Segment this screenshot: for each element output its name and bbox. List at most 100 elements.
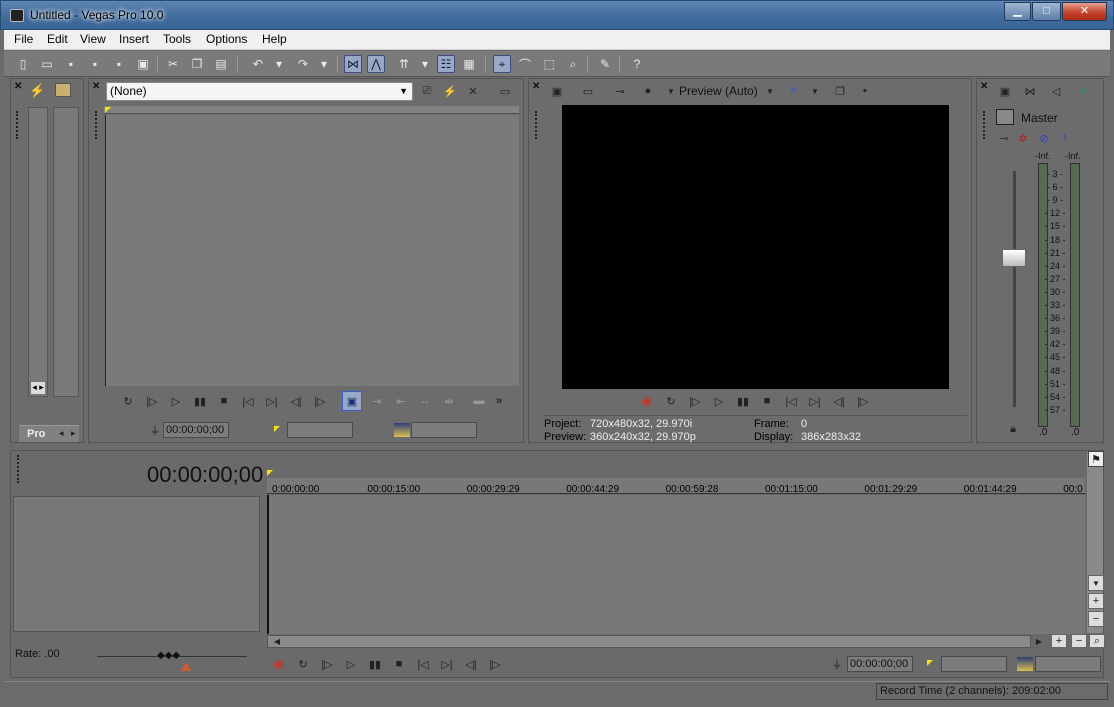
master-fx-icon[interactable]: ✲: [1015, 130, 1031, 146]
vegas-app-icon[interactable]: [10, 9, 24, 22]
timeline-go-to-start-icon[interactable]: |◁: [415, 656, 431, 672]
cut-icon[interactable]: ✂: [164, 55, 182, 73]
next-frame-icon[interactable]: |▷: [312, 393, 328, 409]
timeline-play-icon[interactable]: ▷: [343, 656, 359, 672]
scroll-right-icon[interactable]: ▶: [1031, 634, 1047, 648]
loop-playback-icon[interactable]: ↻: [120, 393, 136, 409]
video-output-icon[interactable]: ▭: [497, 83, 513, 99]
timeline-transport-timecode[interactable]: 00:00:00;00: [847, 656, 913, 672]
render-as-icon[interactable]: ▪: [110, 55, 128, 73]
master-fader-track[interactable]: [1013, 171, 1016, 407]
undo-icon[interactable]: ↶: [249, 55, 267, 73]
timeline-grip[interactable]: [17, 455, 20, 483]
paste-icon[interactable]: ▤: [212, 55, 230, 73]
timeline-cursor-time[interactable]: 00:00:00;00: [147, 462, 263, 488]
trimmer-grip[interactable]: [95, 111, 98, 139]
timeline-stop-icon[interactable]: ■: [391, 656, 407, 672]
menu-view[interactable]: View: [80, 32, 106, 46]
mixer-grip[interactable]: [983, 111, 986, 139]
trimmer-view[interactable]: [105, 115, 519, 386]
more-controls-icon[interactable]: »: [491, 393, 507, 409]
copy-snapshot-icon[interactable]: ❐: [832, 83, 848, 99]
zoom-in-horizontal-icon[interactable]: +: [1051, 634, 1067, 648]
preview-play-from-start-icon[interactable]: |▷: [687, 393, 703, 409]
play-icon[interactable]: ▷: [168, 393, 184, 409]
close-button[interactable]: ✕: [1062, 2, 1107, 21]
preview-stop-icon[interactable]: ■: [759, 393, 775, 409]
preview-go-to-start-icon[interactable]: |◁: [783, 393, 799, 409]
ripple-dropdown-icon[interactable]: ▾: [416, 55, 434, 73]
add-to-timeline-after-icon[interactable]: ⇥: [369, 393, 385, 409]
previous-frame-icon[interactable]: ◁|: [288, 393, 304, 409]
explorer-list-pane[interactable]: [53, 107, 79, 397]
master-mute-icon[interactable]: ⊘: [1036, 130, 1052, 146]
explorer-tree-pane[interactable]: [28, 107, 48, 397]
insert-icon[interactable]: ⇹: [441, 393, 457, 409]
zoom-out-vertical-icon[interactable]: −: [1088, 611, 1104, 627]
trimmer-ruler[interactable]: [104, 106, 519, 114]
thumbnail-icon[interactable]: [55, 83, 71, 97]
media-fx-icon[interactable]: ⚡: [442, 83, 458, 99]
tab-scroll-right-icon[interactable]: ▸: [71, 428, 76, 439]
selection-length-field[interactable]: [287, 422, 353, 438]
fader-lock-icon[interactable]: 🔒︎: [1005, 421, 1021, 437]
master-solo-icon[interactable]: !: [1057, 130, 1073, 146]
undo-dropdown-icon[interactable]: ▾: [270, 55, 288, 73]
track-list[interactable]: [13, 496, 260, 632]
selection-end-field[interactable]: [411, 422, 477, 438]
bus-routing-icon[interactable]: ⚘: [1075, 83, 1091, 99]
scroll-down-icon[interactable]: ▼: [1088, 575, 1104, 591]
scroll-left-icon[interactable]: ◀: [269, 634, 285, 648]
auto-crossfade-icon[interactable]: ⋀: [367, 55, 385, 73]
preferences-brush-icon[interactable]: ✎: [596, 55, 614, 73]
preview-previous-frame-icon[interactable]: ◁|: [831, 393, 847, 409]
menu-options[interactable]: Options: [206, 32, 247, 46]
lightning-icon[interactable]: ⚡: [29, 83, 45, 99]
zoom-edit-tool-icon[interactable]: ⌕: [564, 55, 582, 73]
save-snapshot-icon[interactable]: ▪: [857, 83, 873, 99]
redo-icon[interactable]: ↷: [294, 55, 312, 73]
menu-edit[interactable]: Edit: [47, 32, 68, 46]
video-preview-screen[interactable]: [562, 105, 949, 389]
explorer-scroll-arrows[interactable]: ◂ ▸: [30, 381, 46, 395]
redo-dropdown-icon[interactable]: ▾: [315, 55, 333, 73]
timeline-next-frame-icon[interactable]: |▷: [487, 656, 503, 672]
properties-icon[interactable]: ▣: [134, 55, 152, 73]
panel-grip[interactable]: [16, 111, 19, 139]
mixer-properties-icon[interactable]: ▣: [997, 83, 1013, 99]
timeline-pause-icon[interactable]: ▮▮: [367, 656, 383, 672]
overlays-grid-icon[interactable]: #: [785, 83, 801, 99]
preview-go-to-end-icon[interactable]: ▷|: [807, 393, 823, 409]
go-to-start-icon[interactable]: |◁: [240, 393, 256, 409]
timeline-record-icon[interactable]: ◉: [271, 656, 287, 672]
zoom-in-vertical-icon[interactable]: +: [1088, 593, 1104, 609]
preview-properties-icon[interactable]: ▣: [549, 83, 565, 99]
preview-next-frame-icon[interactable]: |▷: [855, 393, 871, 409]
maximize-button[interactable]: □: [1032, 2, 1061, 21]
menu-tools[interactable]: Tools: [163, 32, 191, 46]
add-to-timeline-before-icon[interactable]: ⇤: [393, 393, 409, 409]
marker-flag-icon[interactable]: ⚑: [1088, 451, 1104, 467]
snap-icon[interactable]: ⋈: [344, 55, 362, 73]
copy-icon[interactable]: ❐: [188, 55, 206, 73]
zoom-tool-icon[interactable]: ⌕: [1089, 634, 1105, 648]
downmix-icon[interactable]: ⋈: [1022, 83, 1038, 99]
save-as-icon[interactable]: ▪: [86, 55, 104, 73]
overlays-dropdown-icon[interactable]: ▼: [807, 83, 823, 99]
timeline-play-from-start-icon[interactable]: |▷: [319, 656, 335, 672]
fit-to-fill-icon[interactable]: ↔: [417, 393, 433, 409]
ignore-grouping-icon[interactable]: ▦: [460, 55, 478, 73]
new-file-icon[interactable]: ▯: [14, 55, 32, 73]
record-icon[interactable]: ◉: [639, 393, 655, 409]
zoom-out-horizontal-icon[interactable]: −: [1071, 634, 1087, 648]
close-trimmer-icon[interactable]: ✕: [92, 81, 100, 92]
timeline-selection-length-field[interactable]: [941, 656, 1007, 672]
ripple-edit-icon[interactable]: ⇈: [395, 55, 413, 73]
close-mixer-icon[interactable]: ✕: [980, 81, 988, 92]
rate-slider-handle-icon[interactable]: ◆◆◆: [157, 650, 180, 661]
video-bypass-icon[interactable]: ●: [640, 83, 656, 99]
split-screen-icon[interactable]: ⊸: [612, 83, 628, 99]
selection-edit-tool-icon[interactable]: ⬚: [540, 55, 558, 73]
trimmer-source-select[interactable]: (None) ▼: [106, 82, 413, 101]
stop-icon[interactable]: ■: [216, 393, 232, 409]
